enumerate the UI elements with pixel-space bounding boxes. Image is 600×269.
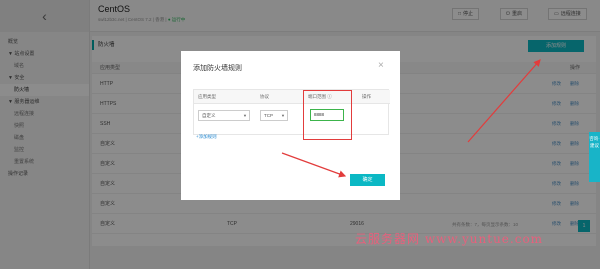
add-rule-link[interactable]: +添加规则 [196,134,217,140]
col-protocol: 协议 [260,94,269,99]
highlight-box [303,90,352,140]
close-icon[interactable]: × [378,60,384,71]
feedback-tab[interactable]: 咨询·建议 [589,132,600,182]
app-type-select[interactable]: 自定义 ▼ [198,110,250,121]
caret-down-icon: ▼ [243,113,247,118]
protocol-select[interactable]: TCP ▼ [260,110,288,121]
rule-table: 应用类型 协议 端口范围 ⓘ 操作 自定义 ▼ TCP ▼ [193,89,390,135]
col-action: 操作 [362,94,371,99]
col-app-type: 应用类型 [198,94,216,99]
watermark: 云服务器网 www.yuntue.com [355,232,544,246]
confirm-button[interactable]: 确定 [350,174,385,186]
protocol-value: TCP [264,113,273,118]
rule-table-header: 应用类型 协议 端口范围 ⓘ 操作 [194,90,390,104]
caret-down-icon: ▼ [281,113,285,118]
app-type-value: 自定义 [202,113,216,118]
dialog-title: 添加防火墙规则 [193,65,242,72]
